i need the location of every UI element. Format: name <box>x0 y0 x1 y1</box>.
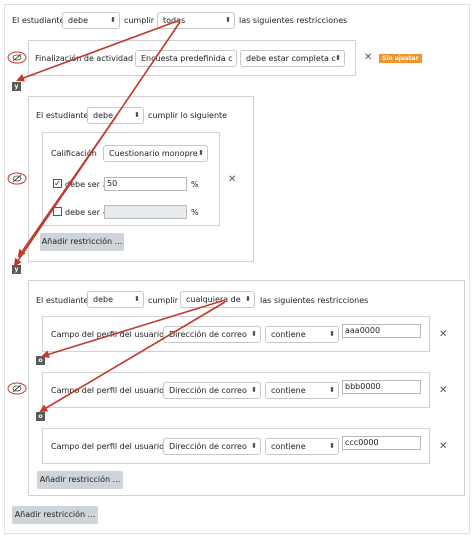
profile-value-input[interactable]: ccc0000 <box>342 436 421 450</box>
checkbox-icon[interactable] <box>53 207 62 216</box>
must-lt-label: debe ser < <box>65 208 110 217</box>
ge-value-input[interactable]: 50 <box>104 177 187 191</box>
must-ge-label: debe ser ≥ <box>65 180 110 189</box>
nested-fulfill-label: cumplir lo siguiente <box>148 111 228 120</box>
profile-any-select[interactable]: cualquiera de ⬍ <box>180 291 255 308</box>
profile-must-select[interactable]: debe ⬍ <box>87 291 144 308</box>
chevron-down-icon: ⬍ <box>251 330 257 338</box>
lt-value-input[interactable] <box>104 205 187 219</box>
chevron-down-icon: ⬍ <box>110 16 116 24</box>
close-icon[interactable]: ✕ <box>364 53 372 63</box>
operator-and: y <box>12 82 21 91</box>
profile-value-input[interactable]: aaa0000 <box>342 324 421 338</box>
chevron-down-icon: ⬍ <box>329 386 335 394</box>
add-restriction-button[interactable]: Añadir restricción ... <box>37 471 123 489</box>
chevron-down-icon: ⬍ <box>134 111 140 119</box>
eye-slash-icon[interactable] <box>7 172 27 185</box>
top-all-select[interactable]: todas ⬍ <box>157 12 235 29</box>
close-icon[interactable]: ✕ <box>439 330 447 340</box>
chevron-down-icon: ⬍ <box>198 149 204 157</box>
profile-value-input[interactable]: bbb0000 <box>342 380 421 394</box>
nested-must-select[interactable]: debe ⬍ <box>87 107 144 124</box>
status-badge: Sin ajustar <box>379 54 422 63</box>
percent-label: % <box>191 208 199 217</box>
close-icon[interactable]: ✕ <box>439 442 447 452</box>
chevron-down-icon: ⬍ <box>329 442 335 450</box>
profile-operator-select[interactable]: contiene ⬍ <box>265 438 339 455</box>
operator-and: y <box>12 265 21 274</box>
profile-field-select[interactable]: Dirección de correo ⬍ <box>163 326 261 343</box>
close-icon[interactable]: ✕ <box>439 386 447 396</box>
profile-restrictions-label: las siguientes restricciones <box>260 296 369 305</box>
percent-label: % <box>191 180 199 189</box>
checkbox-icon[interactable]: ✓ <box>53 179 62 188</box>
add-restriction-button[interactable]: Añadir restricción ... <box>12 506 98 524</box>
chevron-down-icon: ⬍ <box>225 16 231 24</box>
chevron-down-icon: ⬍ <box>329 330 335 338</box>
profile-field-select[interactable]: Dirección de correo ⬍ <box>163 382 261 399</box>
profile-field-label: Campo del perfil del usuario <box>51 386 165 395</box>
top-student-label: El estudiante <box>12 16 65 25</box>
close-icon[interactable]: ✕ <box>228 175 236 185</box>
chevron-down-icon: ⬍ <box>134 295 140 303</box>
chevron-down-icon: ⬍ <box>251 386 257 394</box>
operator-or: o <box>36 412 45 421</box>
nested-student-label: El estudiante <box>36 111 89 120</box>
profile-field-label: Campo del perfil del usuario <box>51 442 165 451</box>
eye-slash-icon[interactable] <box>7 51 27 64</box>
profile-fulfill-label: cumplir <box>148 296 179 305</box>
add-restriction-button[interactable]: Añadir restricción ... <box>40 233 124 251</box>
top-restrictions-label: las siguientes restricciones <box>239 16 348 25</box>
completion-activity-select[interactable]: Encuesta predefinida c <box>135 50 237 67</box>
profile-student-label: El estudiante <box>36 296 89 305</box>
completion-state-select[interactable]: debe estar completa c ⬍ <box>240 50 345 67</box>
chevron-down-icon: ⬍ <box>335 54 341 62</box>
profile-field-label: Campo del perfil del usuario <box>51 330 165 339</box>
profile-field-select[interactable]: Dirección de correo ⬍ <box>163 438 261 455</box>
chevron-down-icon: ⬍ <box>251 442 257 450</box>
grade-item-select[interactable]: Cuestionario monopre ⬍ <box>103 145 208 162</box>
chevron-down-icon: ⬍ <box>245 295 251 303</box>
profile-operator-select[interactable]: contiene ⬍ <box>265 326 339 343</box>
profile-operator-select[interactable]: contiene ⬍ <box>265 382 339 399</box>
top-fulfill-label: cumplir <box>124 16 155 25</box>
operator-or: o <box>36 356 45 365</box>
top-must-select[interactable]: debe ⬍ <box>62 12 120 29</box>
grade-label: Calificación <box>51 149 97 158</box>
completion-label: Finalización de actividad <box>35 54 134 63</box>
eye-slash-icon[interactable] <box>7 382 27 395</box>
